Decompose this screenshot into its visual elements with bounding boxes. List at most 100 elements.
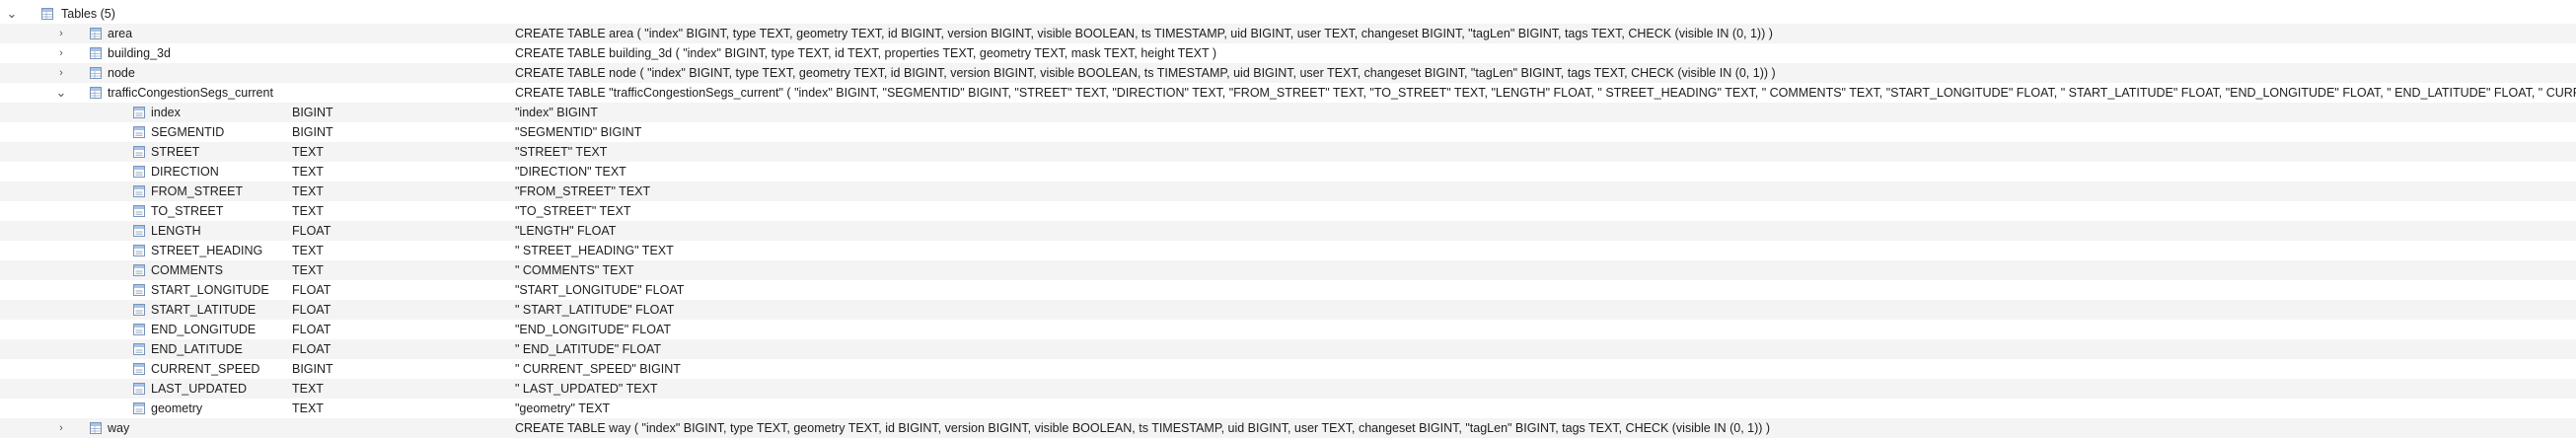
schema-tree[interactable]: ⌄ Tables (5) › area CREATE TABLE area ( "ind… — [0, 0, 2576, 438]
column-type: BIGINT — [292, 362, 333, 376]
column-row[interactable]: SEGMENTID BIGINT "SEGMENTID" BIGINT — [0, 122, 2576, 142]
field-icon — [133, 264, 145, 276]
column-name: START_LATITUDE — [151, 303, 257, 317]
field-icon — [133, 146, 145, 158]
column-schema: " END_LATITUDE" FLOAT — [515, 342, 662, 356]
column-schema: " START_LATITUDE" FLOAT — [515, 303, 675, 317]
table-icon — [90, 28, 102, 39]
field-icon — [133, 383, 145, 395]
column-type: BIGINT — [292, 125, 333, 139]
column-schema: "END_LONGITUDE" FLOAT — [515, 323, 671, 336]
column-row[interactable]: geometry TEXT "geometry" TEXT — [0, 399, 2576, 418]
column-type: TEXT — [292, 382, 324, 396]
column-name: COMMENTS — [151, 263, 223, 277]
column-name: TO_STREET — [151, 204, 224, 218]
column-schema: " STREET_HEADING" TEXT — [515, 244, 674, 257]
table-name: trafficCongestionSegs_current — [108, 86, 273, 100]
table-row-area[interactable]: › area CREATE TABLE area ( "index" BIGINT,… — [0, 24, 2576, 43]
field-icon — [133, 225, 145, 237]
tables-root-label: Tables (5) — [61, 7, 115, 21]
column-name: STREET — [151, 145, 200, 159]
column-type: TEXT — [292, 263, 324, 277]
column-name: START_LONGITUDE — [151, 283, 269, 297]
chevron-down-icon[interactable]: ⌄ — [53, 83, 69, 103]
field-icon — [133, 166, 145, 178]
table-schema: CREATE TABLE node ( "index" BIGINT, type… — [515, 66, 1776, 80]
column-row[interactable]: LAST_UPDATED TEXT " LAST_UPDATED" TEXT — [0, 379, 2576, 399]
column-row[interactable]: COMMENTS TEXT " COMMENTS" TEXT — [0, 260, 2576, 280]
column-schema: "START_LONGITUDE" FLOAT — [515, 283, 685, 297]
table-icon — [90, 67, 102, 79]
tables-root-row[interactable]: ⌄ Tables (5) — [0, 4, 2576, 24]
column-row[interactable]: CURRENT_SPEED BIGINT " CURRENT_SPEED" BIGI… — [0, 359, 2576, 379]
column-name: LENGTH — [151, 224, 201, 238]
table-name: building_3d — [108, 46, 171, 60]
column-schema: " LAST_UPDATED" TEXT — [515, 382, 658, 396]
column-row[interactable]: END_LONGITUDE FLOAT "END_LONGITUDE" FLOAT — [0, 320, 2576, 339]
table-schema: CREATE TABLE building_3d ( "index" BIGIN… — [515, 46, 1217, 60]
field-icon — [133, 324, 145, 335]
column-schema: "FROM_STREET" TEXT — [515, 184, 651, 198]
column-type: TEXT — [292, 402, 324, 415]
column-row[interactable]: FROM_STREET TEXT "FROM_STREET" TEXT — [0, 182, 2576, 201]
table-row-trafficCongestionSegs_current[interactable]: ⌄ trafficCongestionSegs_current CREATE TAB… — [0, 83, 2576, 103]
chevron-right-icon[interactable]: › — [53, 418, 69, 438]
column-type: TEXT — [292, 184, 324, 198]
column-row[interactable]: LENGTH FLOAT "LENGTH" FLOAT — [0, 221, 2576, 241]
column-name: END_LONGITUDE — [151, 323, 257, 336]
table-name: way — [108, 421, 130, 435]
column-row[interactable]: END_LATITUDE FLOAT " END_LATITUDE" FLOAT — [0, 339, 2576, 359]
column-row[interactable]: START_LATITUDE FLOAT " START_LATITUDE" FLO… — [0, 300, 2576, 320]
column-type: BIGINT — [292, 106, 333, 119]
table-row-way[interactable]: › way CREATE TABLE way ( "index" BIGINT, t… — [0, 418, 2576, 438]
column-row[interactable]: DIRECTION TEXT "DIRECTION" TEXT — [0, 162, 2576, 182]
column-name: STREET_HEADING — [151, 244, 263, 257]
column-row[interactable]: START_LONGITUDE FLOAT "START_LONGITUDE" FL… — [0, 280, 2576, 300]
column-schema: " CURRENT_SPEED" BIGINT — [515, 362, 681, 376]
column-name: FROM_STREET — [151, 184, 244, 198]
column-type: FLOAT — [292, 342, 331, 356]
column-schema: "index" BIGINT — [515, 106, 598, 119]
column-name: CURRENT_SPEED — [151, 362, 260, 376]
column-schema: " COMMENTS" TEXT — [515, 263, 634, 277]
chevron-down-icon[interactable]: ⌄ — [4, 4, 20, 24]
column-type: FLOAT — [292, 283, 331, 297]
field-icon — [133, 126, 145, 138]
field-icon — [133, 304, 145, 316]
column-name: index — [151, 106, 181, 119]
column-schema: "DIRECTION" TEXT — [515, 165, 626, 179]
field-icon — [133, 245, 145, 256]
field-icon — [133, 284, 145, 296]
column-name: SEGMENTID — [151, 125, 225, 139]
table-icon — [90, 47, 102, 59]
column-row[interactable]: index BIGINT "index" BIGINT — [0, 103, 2576, 122]
column-schema: "STREET" TEXT — [515, 145, 608, 159]
column-type: TEXT — [292, 165, 324, 179]
field-icon — [133, 363, 145, 375]
column-type: TEXT — [292, 145, 324, 159]
column-row[interactable]: STREET_HEADING TEXT " STREET_HEADING" TEXT — [0, 241, 2576, 260]
chevron-right-icon[interactable]: › — [53, 63, 69, 83]
field-icon — [133, 343, 145, 355]
column-row[interactable]: STREET TEXT "STREET" TEXT — [0, 142, 2576, 162]
column-schema: "geometry" TEXT — [515, 402, 611, 415]
field-icon — [133, 402, 145, 414]
chevron-right-icon[interactable]: › — [53, 43, 69, 63]
column-name: geometry — [151, 402, 203, 415]
table-group-icon — [41, 8, 53, 20]
chevron-right-icon[interactable]: › — [53, 24, 69, 43]
table-icon — [90, 87, 102, 99]
column-name: LAST_UPDATED — [151, 382, 248, 396]
column-type: FLOAT — [292, 224, 331, 238]
column-row[interactable]: TO_STREET TEXT "TO_STREET" TEXT — [0, 201, 2576, 221]
table-name: area — [108, 27, 133, 40]
field-icon — [133, 107, 145, 118]
column-schema: "LENGTH" FLOAT — [515, 224, 617, 238]
column-type: FLOAT — [292, 303, 331, 317]
table-icon — [90, 422, 102, 434]
field-icon — [133, 205, 145, 217]
column-type: TEXT — [292, 244, 324, 257]
table-row-building_3d[interactable]: › building_3d CREATE TABLE building_3d ( "… — [0, 43, 2576, 63]
table-row-node[interactable]: › node CREATE TABLE node ( "index" BIGINT,… — [0, 63, 2576, 83]
table-schema: CREATE TABLE way ( "index" BIGINT, type … — [515, 421, 1771, 435]
